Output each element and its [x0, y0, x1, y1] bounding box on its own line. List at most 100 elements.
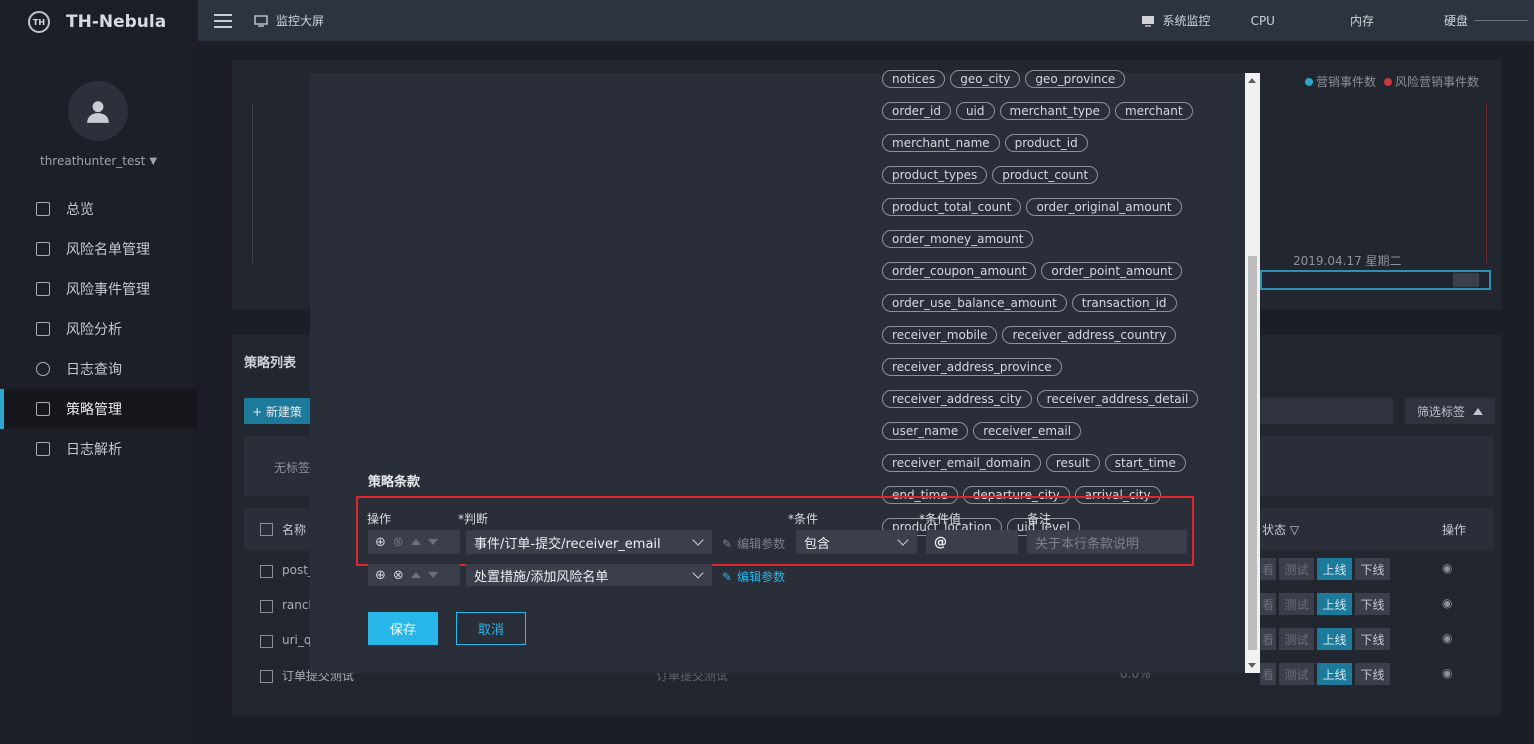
field-tag[interactable]: geo_province [1025, 70, 1126, 88]
sidebar-item-risk-events[interactable]: 风险事件管理 [0, 269, 198, 309]
sidebar-item-overview[interactable]: 总览 [0, 189, 198, 229]
move-up-icon[interactable] [410, 539, 421, 545]
field-tag[interactable]: order_use_balance_amount [882, 294, 1067, 312]
field-tag[interactable]: product_count [992, 166, 1099, 184]
move-up-icon[interactable] [410, 572, 421, 578]
sidebar-item-log-query[interactable]: 日志查询 [0, 349, 198, 389]
cancel-button[interactable]: 取消 [456, 612, 526, 645]
row-view-button[interactable]: 看 [1260, 558, 1276, 580]
field-tag[interactable]: geo_city [950, 70, 1021, 88]
row-offline-button[interactable]: 下线 [1355, 663, 1390, 685]
modal-scrollbar[interactable] [1245, 73, 1260, 673]
field-tag[interactable]: uid [955, 102, 995, 120]
sidebar-item-log-parse[interactable]: 日志解析 [0, 429, 198, 469]
sidebar-item-risk-list[interactable]: 风险名单管理 [0, 229, 198, 269]
field-tag[interactable]: product_id [1004, 134, 1088, 152]
field-tag[interactable]: order_id [882, 102, 951, 120]
row-checkbox[interactable] [260, 635, 273, 648]
move-down-icon[interactable] [427, 572, 438, 578]
field-tag[interactable]: merchant_name [882, 134, 1000, 152]
row-view-button[interactable]: 看 [1260, 593, 1276, 615]
eye-icon[interactable]: ◉ [1442, 666, 1452, 680]
eye-icon[interactable]: ◉ [1442, 561, 1452, 575]
legend-item-marketing[interactable]: 营销事件数 [1305, 73, 1376, 90]
row-test-button[interactable]: 测试 [1279, 558, 1314, 580]
field-tag[interactable]: order_point_amount [1041, 262, 1183, 280]
row-offline-button[interactable]: 下线 [1355, 558, 1390, 580]
memory-label: 内存 [1349, 14, 1374, 28]
brand[interactable]: TH TH-Nebula [0, 0, 198, 44]
row-checkbox[interactable] [260, 600, 273, 613]
row-checkbox[interactable] [260, 565, 273, 578]
new-policy-button[interactable]: + 新建策 [244, 398, 310, 424]
select-all-checkbox[interactable] [260, 523, 273, 536]
sidebar-item-label: 风险名单管理 [66, 242, 150, 258]
field-tag[interactable]: receiver_address_detail [1036, 390, 1199, 408]
topbar: 监控大屏 系统监控 CPU 内存 硬盘 [198, 0, 1534, 41]
sidebar-item-strategy[interactable]: 策略管理 [0, 389, 198, 429]
row1-remark-input[interactable]: 关于本行条款说明 [1027, 530, 1187, 554]
chart-range-slider[interactable] [1260, 270, 1491, 290]
row-online-button[interactable]: 上线 [1317, 593, 1352, 615]
save-button[interactable]: 保存 [368, 612, 438, 645]
no-tag-label: 无标签 [274, 461, 311, 475]
slider-handle[interactable] [1453, 273, 1479, 287]
row-name[interactable]: uri_q [282, 633, 312, 647]
field-tag[interactable]: receiver_address_province [882, 358, 1062, 376]
row1-cond-select[interactable]: 包含 [796, 530, 917, 554]
field-tag[interactable]: transaction_id [1071, 294, 1177, 312]
row-offline-button[interactable]: 下线 [1355, 628, 1390, 650]
tag-search-input[interactable] [1260, 398, 1393, 424]
field-tag[interactable]: order_coupon_amount [882, 262, 1037, 280]
row-checkbox[interactable] [260, 670, 273, 683]
field-tag[interactable]: product_total_count [882, 198, 1022, 216]
row1-judge-select[interactable]: 事件/订单-提交/receiver_email [466, 530, 712, 554]
field-tag[interactable]: user_name [882, 422, 969, 440]
row-test-button[interactable]: 测试 [1279, 663, 1314, 685]
row-online-button[interactable]: 上线 [1317, 628, 1352, 650]
avatar[interactable] [68, 81, 128, 141]
user-menu[interactable]: threathunter_test ▼ [40, 154, 157, 168]
remove-row-icon[interactable]: ⊗ [393, 535, 404, 550]
remove-row-icon[interactable]: ⊗ [393, 568, 404, 583]
row-online-button[interactable]: 上线 [1317, 663, 1352, 685]
field-tag[interactable]: result [1045, 454, 1100, 472]
scroll-up-icon[interactable] [1248, 78, 1256, 83]
field-tag[interactable]: product_types [882, 166, 988, 184]
row2-judge-select[interactable]: 处置措施/添加风险名单 [466, 564, 712, 586]
field-tag[interactable]: receiver_email_domain [882, 454, 1041, 472]
row1-cond-value-input[interactable]: @ [926, 530, 1018, 554]
system-monitor-label[interactable]: 系统监控 [1163, 12, 1211, 29]
row-view-button[interactable]: 看 [1260, 628, 1276, 650]
row2-edit-params-link[interactable]: ✎ 编辑参数 [722, 568, 785, 585]
menu-toggle-icon[interactable] [214, 13, 232, 28]
col-status-header[interactable]: 状态 ▽ [1262, 521, 1299, 538]
row-online-button[interactable]: 上线 [1317, 558, 1352, 580]
legend-item-risk-marketing[interactable]: 风险营销事件数 [1384, 73, 1479, 90]
add-row-icon[interactable]: ⊕ [375, 568, 386, 583]
field-tag[interactable]: receiver_email [973, 422, 1082, 440]
filter-tags-button[interactable]: 筛选标签 [1405, 398, 1495, 424]
field-tag[interactable]: notices [882, 70, 946, 88]
eye-icon[interactable]: ◉ [1442, 631, 1452, 645]
field-tag[interactable]: receiver_mobile [882, 326, 998, 344]
scroll-thumb[interactable] [1248, 256, 1257, 650]
row-offline-button[interactable]: 下线 [1355, 593, 1390, 615]
field-tag[interactable]: merchant_type [999, 102, 1110, 120]
scroll-down-icon[interactable] [1248, 663, 1256, 668]
field-tag[interactable]: start_time [1104, 454, 1186, 472]
field-tag[interactable]: merchant [1114, 102, 1193, 120]
field-tag[interactable]: order_money_amount [882, 230, 1034, 248]
field-tag[interactable]: receiver_address_city [882, 390, 1032, 408]
add-row-icon[interactable]: ⊕ [375, 535, 386, 550]
move-down-icon[interactable] [427, 539, 438, 545]
field-tag[interactable]: receiver_address_country [1002, 326, 1177, 344]
field-tag[interactable]: order_original_amount [1026, 198, 1182, 216]
sidebar-item-risk-analysis[interactable]: 风险分析 [0, 309, 198, 349]
eye-icon[interactable]: ◉ [1442, 596, 1452, 610]
row-view-button[interactable]: 看 [1260, 663, 1276, 685]
row1-edit-params-link[interactable]: ✎ 编辑参数 [722, 535, 785, 552]
row-test-button[interactable]: 测试 [1279, 628, 1314, 650]
monitor-screen-link[interactable]: 监控大屏 [254, 12, 324, 29]
row-test-button[interactable]: 测试 [1279, 593, 1314, 615]
